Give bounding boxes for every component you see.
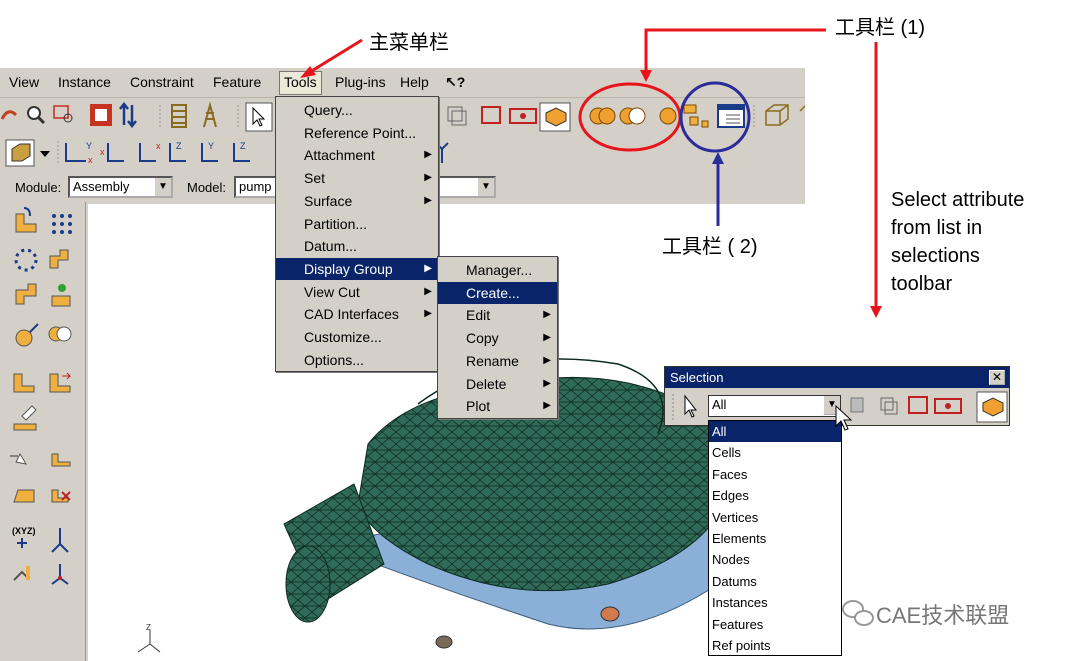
annotation-toolbar-2: 工具栏 ( 2) [662,236,758,258]
selection-note-arrow [870,42,882,318]
note-line: from list in [891,217,983,239]
annotation-toolbar-1: 工具栏 (1) [835,17,925,39]
annotation-main-menu: 主菜单栏 [369,32,449,54]
note-line: toolbar [891,273,953,295]
annotation-overlay [300,28,882,626]
toolbar2-arrow [712,152,724,226]
annotation-selection-note: Select attribute from list in selections… [891,186,1024,298]
wechat-icon [842,600,874,626]
watermark: CAE技术联盟 [876,603,1010,628]
note-line: selections [891,245,980,267]
toolbar1-arrow [640,28,826,82]
note-line: Select attribute [891,189,1025,211]
main-menu-arrow [300,38,363,78]
toolbar1-highlight [578,82,682,152]
toolbar2-highlight [679,81,751,153]
